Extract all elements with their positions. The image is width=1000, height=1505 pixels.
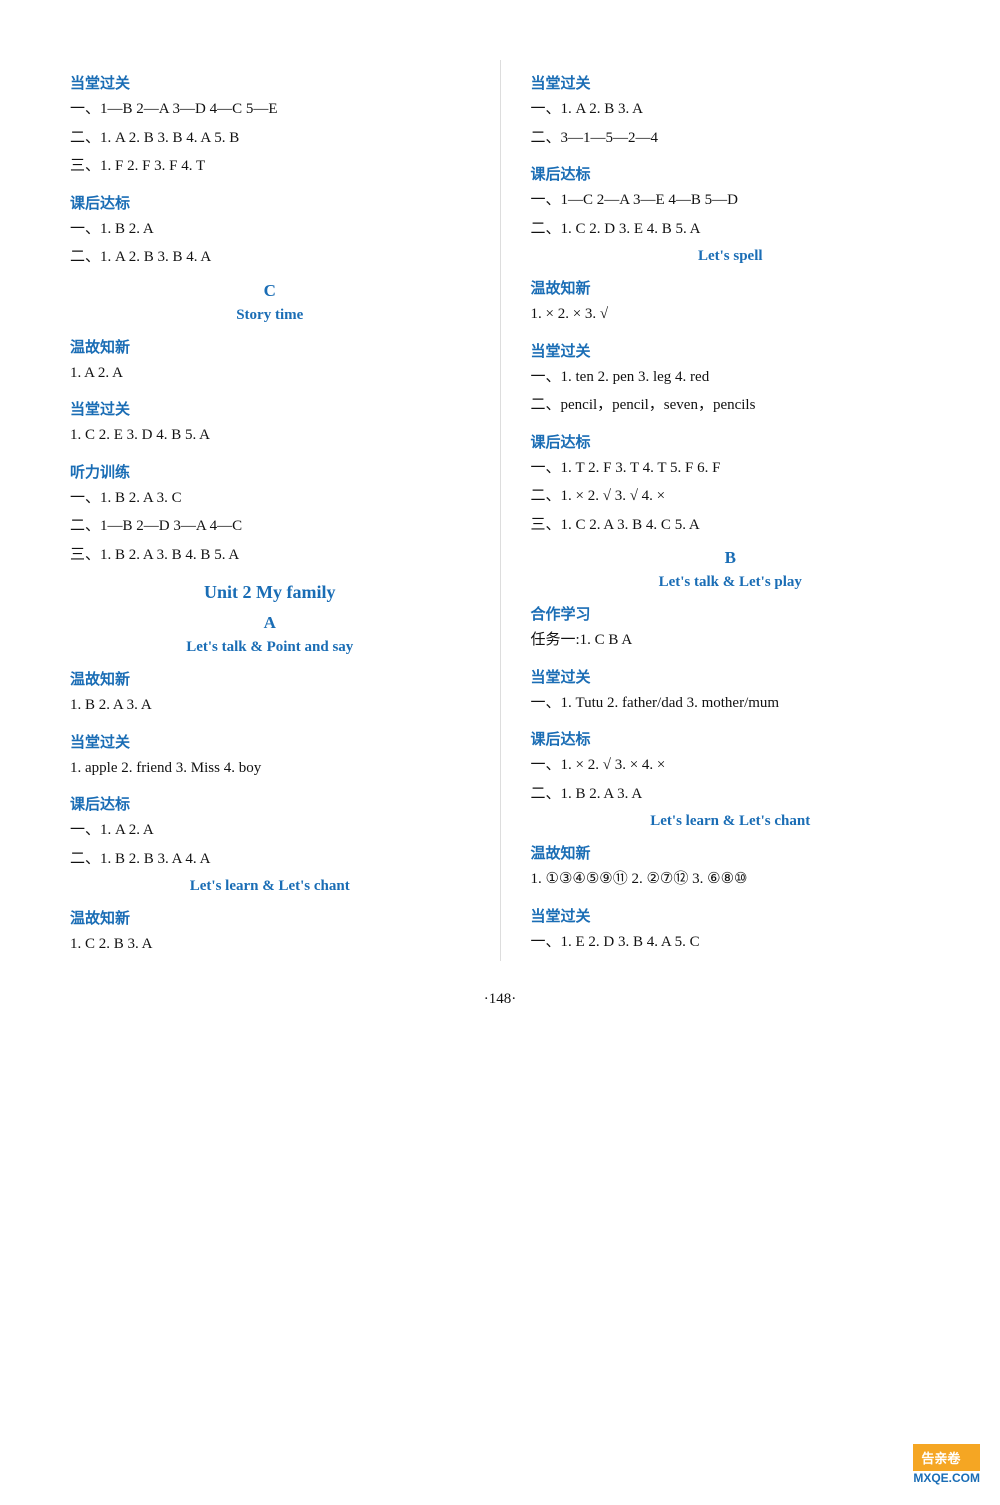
answer-line: 二、1. C 2. D 3. E 4. B 5. A — [531, 217, 931, 243]
page-number: ·148· — [60, 991, 940, 1008]
section-heading: 温故知新 — [70, 668, 470, 689]
answer-line: 1. apple 2. friend 3. Miss 4. boy — [70, 756, 470, 782]
section-heading: 当堂过关 — [70, 72, 470, 93]
answer-line: 二、1. × 2. √ 3. √ 4. × — [531, 484, 931, 510]
section-heading: 当堂过关 — [70, 398, 470, 419]
sub-heading: Let's talk & Let's play — [531, 574, 931, 591]
section-heading: 合作学习 — [531, 603, 931, 624]
answer-line: 二、1. B 2. B 3. A 4. A — [70, 847, 470, 873]
sub-heading: Let's learn & Let's chant — [70, 878, 470, 895]
section-heading: 当堂过关 — [531, 340, 931, 361]
section-letter: B — [531, 548, 931, 568]
answer-line: 一、1. T 2. F 3. T 4. T 5. F 6. F — [531, 456, 931, 482]
answer-line: 二、1. B 2. A 3. A — [531, 782, 931, 808]
answer-line: 任务一:1. C B A — [531, 628, 931, 654]
answer-line: 一、1. B 2. A — [70, 217, 470, 243]
watermark-box: 告亲卷 — [913, 1444, 980, 1471]
left-column: 当堂过关一、1—B 2—A 3—D 4—C 5—E二、1. A 2. B 3. … — [60, 60, 501, 961]
answer-line: 二、1—B 2—D 3—A 4—C — [70, 514, 470, 540]
answer-line: 一、1. A 2. A — [70, 818, 470, 844]
answer-line: 一、1. B 2. A 3. C — [70, 486, 470, 512]
section-heading: 当堂过关 — [531, 72, 931, 93]
sub-heading: Story time — [70, 307, 470, 324]
section-heading: 温故知新 — [531, 842, 931, 863]
watermark: 告亲卷 MXQE.COM — [913, 1444, 980, 1485]
answer-line: 1. ①③④⑤⑨⑪ 2. ②⑦⑫ 3. ⑥⑧⑩ — [531, 867, 931, 893]
answer-line: 一、1. ten 2. pen 3. leg 4. red — [531, 365, 931, 391]
sub-heading: Let's spell — [531, 248, 931, 265]
section-letter: A — [70, 613, 470, 633]
answer-line: 二、1. A 2. B 3. B 4. A — [70, 245, 470, 271]
section-heading: 课后达标 — [531, 163, 931, 184]
section-heading: 课后达标 — [531, 431, 931, 452]
right-column: 当堂过关一、1. A 2. B 3. A二、3—1—5—2—4课后达标一、1—C… — [501, 60, 941, 961]
answer-line: 一、1—C 2—A 3—E 4—B 5—D — [531, 188, 931, 214]
answer-line: 一、1. A 2. B 3. A — [531, 97, 931, 123]
section-heading: 课后达标 — [70, 192, 470, 213]
section-heading: 当堂过关 — [531, 905, 931, 926]
answer-line: 一、1. × 2. √ 3. × 4. × — [531, 753, 931, 779]
answer-line: 1. A 2. A — [70, 361, 470, 387]
unit-heading: Unit 2 My family — [70, 582, 470, 603]
section-heading: 听力训练 — [70, 461, 470, 482]
section-heading: 温故知新 — [531, 277, 931, 298]
section-heading: 当堂过关 — [531, 666, 931, 687]
answer-line: 三、1. F 2. F 3. F 4. T — [70, 154, 470, 180]
answer-line: 二、pencil，pencil，seven，pencils — [531, 393, 931, 419]
sub-heading: Let's talk & Point and say — [70, 639, 470, 656]
section-heading: 课后达标 — [531, 728, 931, 749]
answer-line: 1. C 2. B 3. A — [70, 932, 470, 958]
answer-line: 1. × 2. × 3. √ — [531, 302, 931, 328]
answer-line: 1. B 2. A 3. A — [70, 693, 470, 719]
answer-line: 一、1—B 2—A 3—D 4—C 5—E — [70, 97, 470, 123]
section-heading: 当堂过关 — [70, 731, 470, 752]
section-heading: 课后达标 — [70, 793, 470, 814]
section-heading: 温故知新 — [70, 907, 470, 928]
answer-line: 三、1. B 2. A 3. B 4. B 5. A — [70, 543, 470, 569]
sub-heading: Let's learn & Let's chant — [531, 813, 931, 830]
section-letter: C — [70, 281, 470, 301]
answer-line: 二、1. A 2. B 3. B 4. A 5. B — [70, 126, 470, 152]
answer-line: 三、1. C 2. A 3. B 4. C 5. A — [531, 513, 931, 539]
answer-line: 一、1. Tutu 2. father/dad 3. mother/mum — [531, 691, 931, 717]
watermark-url: MXQE.COM — [913, 1471, 980, 1485]
answer-line: 1. C 2. E 3. D 4. B 5. A — [70, 423, 470, 449]
answer-line: 二、3—1—5—2—4 — [531, 126, 931, 152]
page-layout: 当堂过关一、1—B 2—A 3—D 4—C 5—E二、1. A 2. B 3. … — [60, 60, 940, 961]
section-heading: 温故知新 — [70, 336, 470, 357]
answer-line: 一、1. E 2. D 3. B 4. A 5. C — [531, 930, 931, 956]
